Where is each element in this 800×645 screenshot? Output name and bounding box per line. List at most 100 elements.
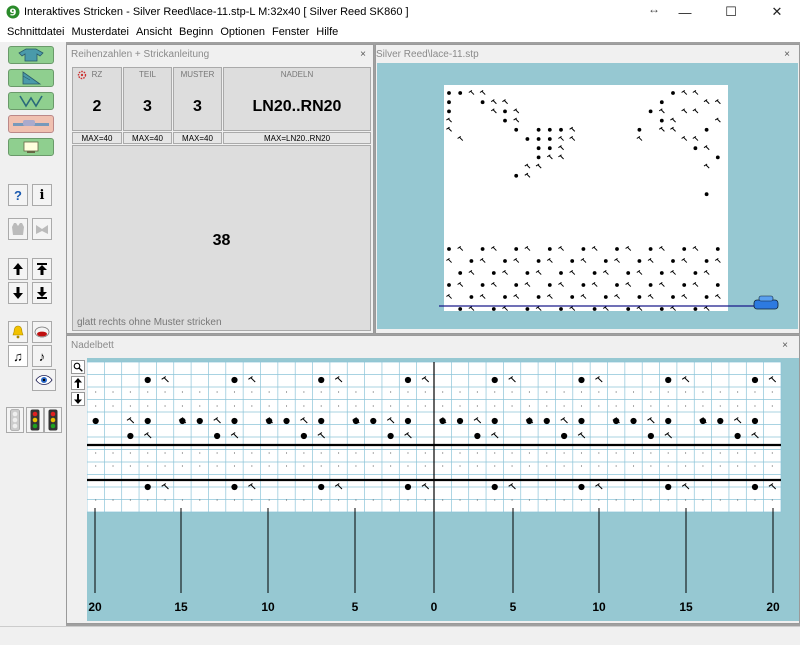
sound-on-button[interactable]: ♫: [8, 345, 28, 367]
needle-mark: [320, 391, 322, 393]
window-title: Interaktives Stricken - Silver Reed\lace…: [24, 6, 409, 18]
instructions-close-button[interactable]: ×: [357, 48, 369, 60]
knit-stitch-dot: [447, 283, 451, 287]
needle-mark: [580, 499, 582, 501]
knit-stitch-dot: [693, 146, 698, 151]
teil-value: 3: [143, 98, 152, 115]
needle-mark: [615, 405, 617, 407]
rz-cell: RZ 2: [72, 67, 122, 131]
needle-mark: [338, 405, 340, 407]
needlebed-panel-title: Nadelbett: [71, 340, 114, 351]
needle-mark: [598, 452, 600, 454]
resize-arrows-icon: ↔: [648, 2, 660, 16]
help-button[interactable]: ?: [8, 184, 28, 206]
first-row-button[interactable]: [32, 258, 52, 280]
sound-single-button[interactable]: ♪: [32, 345, 52, 367]
needle-mark: [476, 499, 478, 501]
needle-mark: [563, 391, 565, 393]
row-up-button[interactable]: [8, 258, 28, 280]
knit-stitch-dot: [536, 127, 541, 132]
menu-optionen[interactable]: Optionen: [217, 24, 269, 42]
knitting-machine-button[interactable]: [8, 115, 54, 133]
pattern-chart-button[interactable]: [8, 69, 54, 87]
vest-button[interactable]: [8, 218, 28, 240]
needle-mark: [459, 405, 461, 407]
zoom-button[interactable]: [71, 360, 85, 374]
needle-mark: [442, 452, 444, 454]
knit-stitch-dot: [214, 432, 221, 440]
mirror-pattern-button[interactable]: [8, 92, 54, 110]
view-button[interactable]: [32, 369, 56, 391]
info-button[interactable]: i: [32, 184, 52, 206]
scroll-up-button[interactable]: [71, 376, 85, 390]
maximize-button[interactable]: ☐: [708, 0, 754, 24]
knit-stitch-dot: [570, 295, 575, 299]
needle-mark: [251, 405, 253, 407]
knit-stitch-dot: [547, 146, 552, 151]
bell-button[interactable]: [8, 321, 28, 343]
knit-stitch-dot: [352, 417, 360, 425]
knit-stitch-dot: [127, 432, 134, 440]
knit-stitch-dot: [514, 127, 519, 132]
knit-stitch-dot: [715, 155, 720, 160]
preview-close-button[interactable]: ×: [781, 48, 793, 60]
needle-mark: [338, 499, 340, 501]
traffic-light-off-button[interactable]: [6, 407, 24, 433]
last-row-button[interactable]: [32, 282, 52, 304]
needle-mark: [650, 452, 652, 454]
needle-mark: [737, 452, 739, 454]
needle-mark: [303, 405, 305, 407]
shape-icon: [36, 225, 48, 234]
knit-stitch-dot: [592, 307, 597, 311]
needle-mark: [112, 405, 114, 407]
knit-stitch-dot: [704, 295, 709, 299]
knit-stitch-dot: [665, 376, 672, 384]
knit-stitch-dot: [543, 417, 550, 425]
carriage-icon: [753, 295, 779, 310]
needle-mark: [286, 465, 288, 467]
needlebed-grid: 20 15 10 5 0 5 10 15 20: [87, 361, 782, 614]
menu-musterdatei[interactable]: Musterdatei: [68, 24, 132, 42]
needle-mark: [685, 465, 687, 467]
knit-stitch-dot: [615, 247, 619, 251]
menu-ansicht[interactable]: Ansicht: [133, 24, 176, 42]
scroll-down-button[interactable]: [71, 392, 85, 406]
needle-mark: [771, 465, 773, 467]
menu-schnittdatei[interactable]: Schnittdatei: [4, 24, 68, 42]
needlebed-close-button[interactable]: ×: [779, 339, 791, 351]
traffic-light-green-button[interactable]: [44, 407, 62, 433]
needle-mark: [754, 452, 756, 454]
menu-hilfe[interactable]: Hilfe: [313, 24, 342, 42]
knit-stitch-dot: [715, 247, 720, 251]
minimize-button[interactable]: —: [662, 0, 708, 24]
row-down-button[interactable]: [8, 282, 28, 304]
nadeln-value: LN20..RN20: [252, 98, 342, 115]
needle-mark: [216, 452, 218, 454]
menu-fenster[interactable]: Fenster: [269, 24, 313, 42]
needle-mark: [702, 391, 704, 393]
voice-button[interactable]: [32, 321, 52, 343]
traffic-light-red-button[interactable]: [26, 407, 44, 433]
close-button[interactable]: ✕: [754, 0, 800, 24]
display-button[interactable]: [8, 138, 54, 156]
needle-mark: [233, 465, 235, 467]
needle-mark: [598, 391, 600, 393]
needle-mark: [251, 452, 253, 454]
knit-stitch-dot: [734, 432, 741, 440]
needle-mark: [181, 452, 183, 454]
shape-button[interactable]: [32, 218, 52, 240]
instruction-text-area: 38 glatt rechts ohne Muster stricken: [72, 145, 371, 331]
knit-stitch-dot: [671, 259, 675, 263]
needle-mark: [181, 499, 183, 501]
menu-beginn[interactable]: Beginn: [176, 24, 217, 42]
knit-stitch-dot: [751, 417, 759, 425]
knit-stitch-dot: [751, 376, 759, 384]
knit-stitch-dot: [578, 417, 585, 425]
needle-mark: [95, 499, 97, 501]
needle-mark: [355, 391, 357, 393]
knit-stitch-dot: [525, 307, 530, 311]
needle-mark: [494, 452, 496, 454]
needle-mark: [719, 391, 721, 393]
garment-shape-button[interactable]: [8, 46, 54, 64]
needle-mark: [112, 452, 114, 454]
